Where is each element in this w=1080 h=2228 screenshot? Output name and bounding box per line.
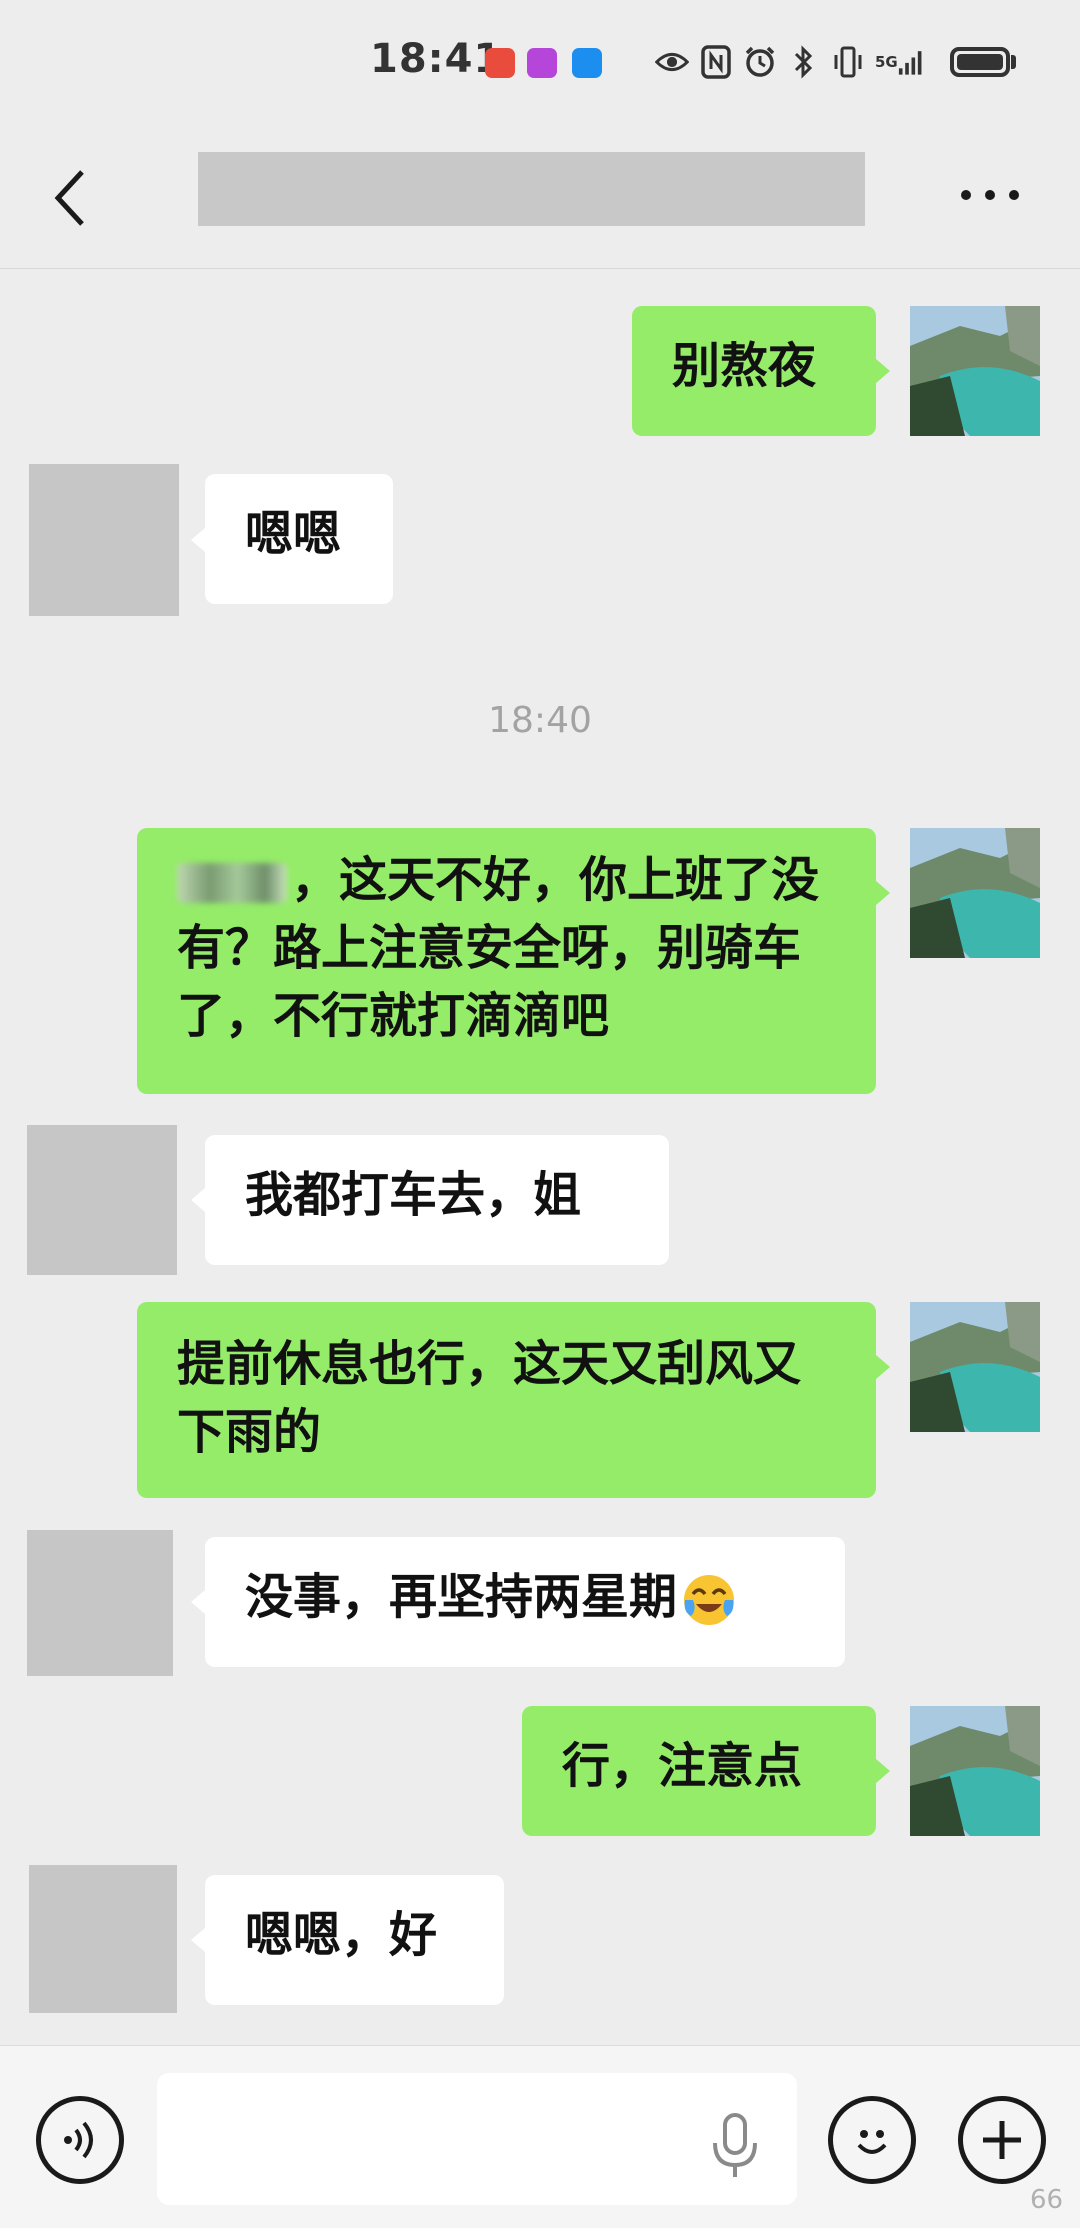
bluetooth-icon — [787, 45, 821, 79]
chat-title-redacted — [198, 152, 865, 226]
message-bubble-incoming[interactable]: 嗯嗯，好 — [205, 1875, 504, 2005]
crying-laughing-face-icon — [681, 1572, 737, 1628]
system-icons: 5G — [655, 42, 923, 82]
bubble-tail — [191, 1928, 205, 1952]
message-text: 没事，再坚持两星期 — [245, 1569, 678, 1625]
plus-icon — [983, 2121, 1021, 2159]
self-avatar[interactable] — [910, 1302, 1040, 1432]
bubble-tail — [191, 1188, 205, 1212]
microphone-icon[interactable] — [705, 2111, 765, 2185]
message-input[interactable] — [157, 2073, 797, 2205]
more-dots-icon — [961, 190, 1019, 200]
app-notification-icon-blue — [572, 48, 602, 78]
input-bar — [0, 2045, 1080, 2228]
corner-number: 66 — [1030, 2185, 1064, 2215]
message-text: 行，注意点 — [562, 1738, 803, 1794]
bubble-tail — [191, 528, 205, 552]
self-avatar[interactable] — [910, 1706, 1040, 1836]
message-bubble-outgoing[interactable]: 行，注意点 — [522, 1706, 876, 1836]
battery-icon — [950, 47, 1010, 77]
contact-avatar[interactable] — [29, 1865, 177, 2013]
app-notification-icon-purple — [527, 48, 557, 78]
emoji-button[interactable] — [828, 2096, 916, 2184]
message-bubble-outgoing[interactable]: ，这天不好，你上班了没有？路上注意安全呀，别骑车了，不行就打滴滴吧 — [137, 828, 876, 1094]
message-bubble-outgoing[interactable]: 提前休息也行，这天又刮风又下雨的 — [137, 1302, 876, 1498]
self-avatar[interactable] — [910, 306, 1040, 436]
battery-tip — [1011, 55, 1016, 69]
nfc-icon — [699, 45, 733, 79]
voice-icon — [64, 2121, 93, 2159]
chat-header — [0, 130, 1080, 269]
message-text: 我都打车去，姐 — [245, 1167, 582, 1223]
eye-icon — [655, 45, 689, 79]
plus-button[interactable] — [958, 2096, 1046, 2184]
bubble-tail — [876, 1759, 890, 1783]
contact-avatar[interactable] — [29, 464, 179, 616]
bubble-tail — [876, 881, 890, 905]
message-timestamp: 18:40 — [488, 700, 592, 741]
status-bar: 18:41 5G — [0, 0, 1080, 130]
voice-button[interactable] — [36, 2096, 124, 2184]
status-time: 18:41 — [370, 36, 503, 82]
message-text: 提前休息也行，这天又刮风又下雨的 — [177, 1336, 802, 1460]
bubble-tail — [876, 1355, 890, 1379]
vibrate-icon — [831, 45, 865, 79]
self-avatar[interactable] — [910, 828, 1040, 958]
message-bubble-outgoing[interactable]: 别熬夜 — [632, 306, 876, 436]
contact-avatar[interactable] — [27, 1530, 173, 1676]
more-button[interactable] — [950, 160, 1030, 230]
message-bubble-incoming[interactable]: 我都打车去，姐 — [205, 1135, 669, 1265]
message-text: 别熬夜 — [672, 338, 817, 394]
bubble-tail — [876, 359, 890, 383]
bubble-tail — [191, 1590, 205, 1614]
message-bubble-incoming[interactable]: 嗯嗯 — [205, 474, 393, 604]
blurred-name — [177, 863, 287, 903]
chevron-left-icon — [54, 170, 84, 226]
message-text: 嗯嗯 — [245, 506, 342, 562]
contact-avatar[interactable] — [27, 1125, 177, 1275]
signal-icon: 5G — [875, 45, 923, 79]
smiley-icon — [857, 2130, 887, 2154]
message-text: 嗯嗯，好 — [245, 1907, 438, 1963]
message-bubble-incoming[interactable]: 没事，再坚持两星期 — [205, 1537, 845, 1667]
alarm-icon — [743, 45, 777, 79]
app-notification-icon-red — [485, 48, 515, 78]
back-button[interactable] — [40, 158, 100, 238]
